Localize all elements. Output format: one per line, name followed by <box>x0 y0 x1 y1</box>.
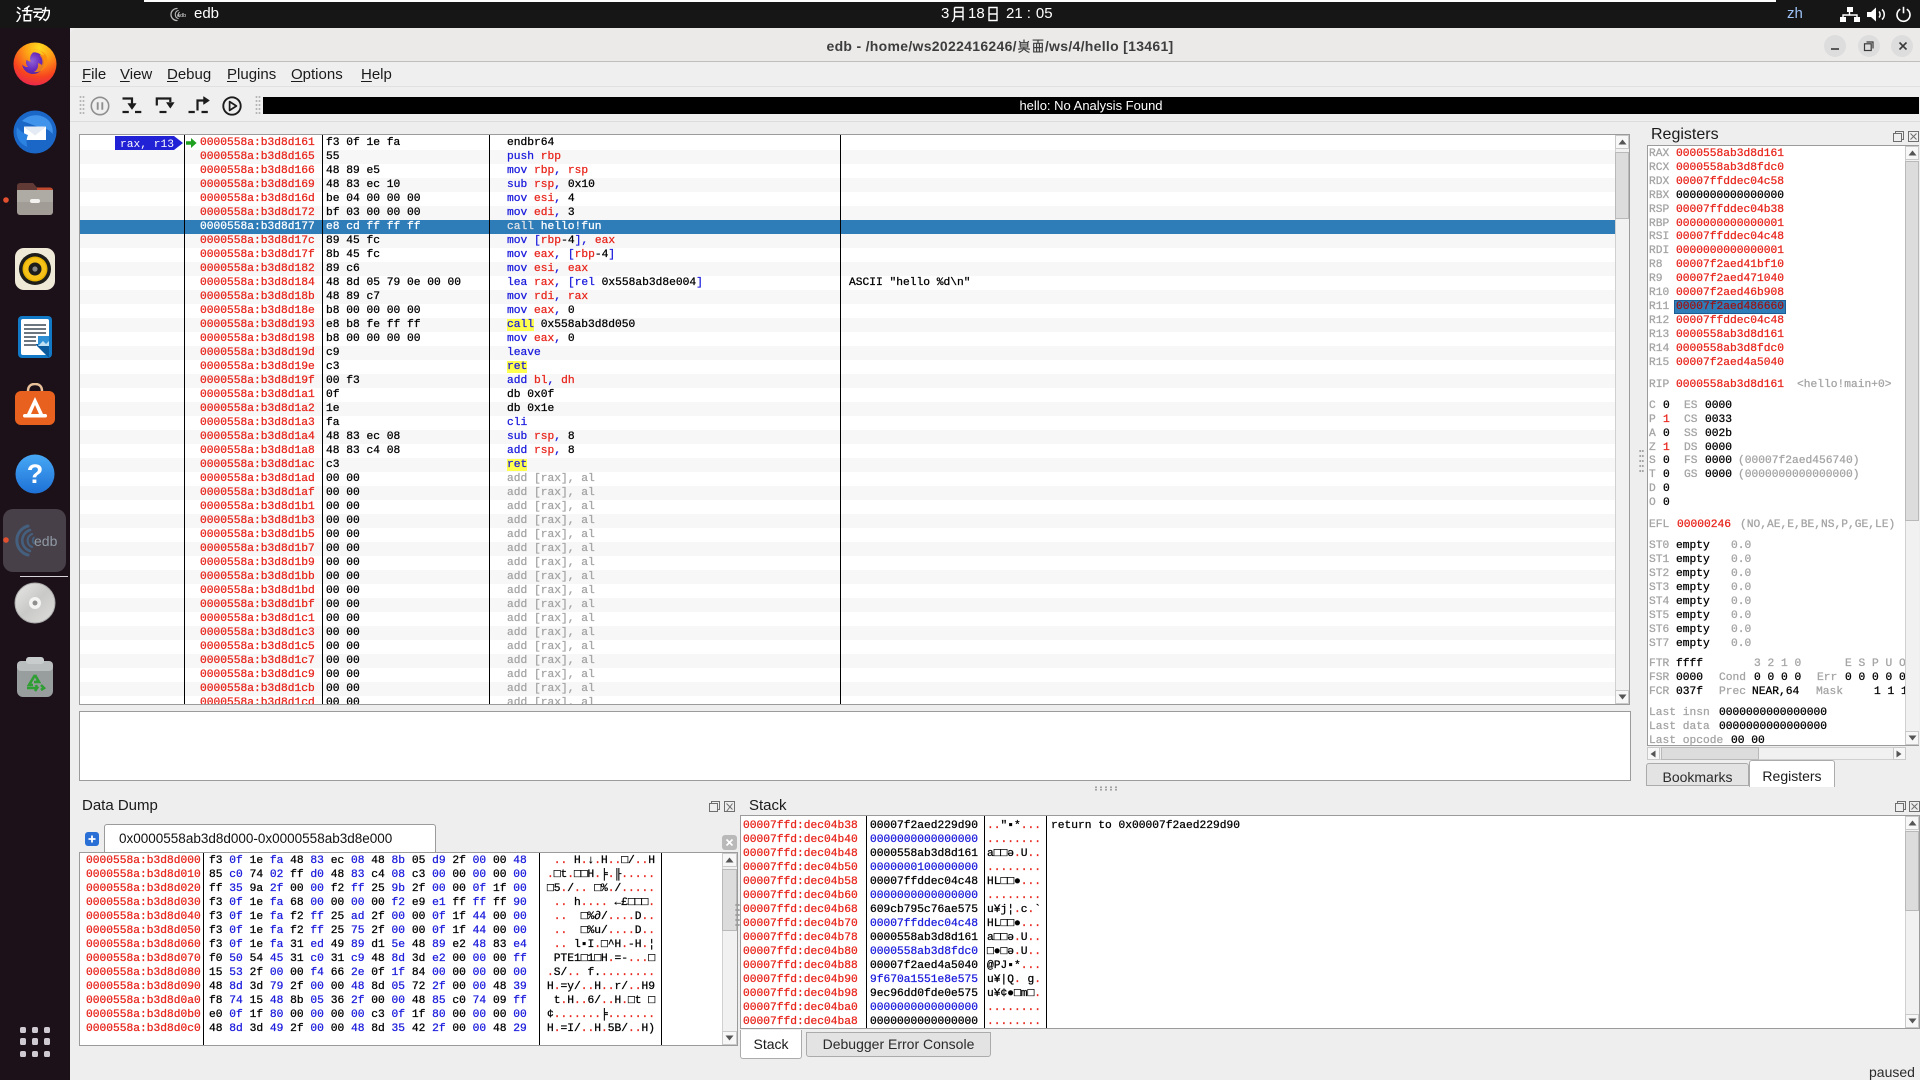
svg-text:edb: edb <box>177 13 186 19</box>
